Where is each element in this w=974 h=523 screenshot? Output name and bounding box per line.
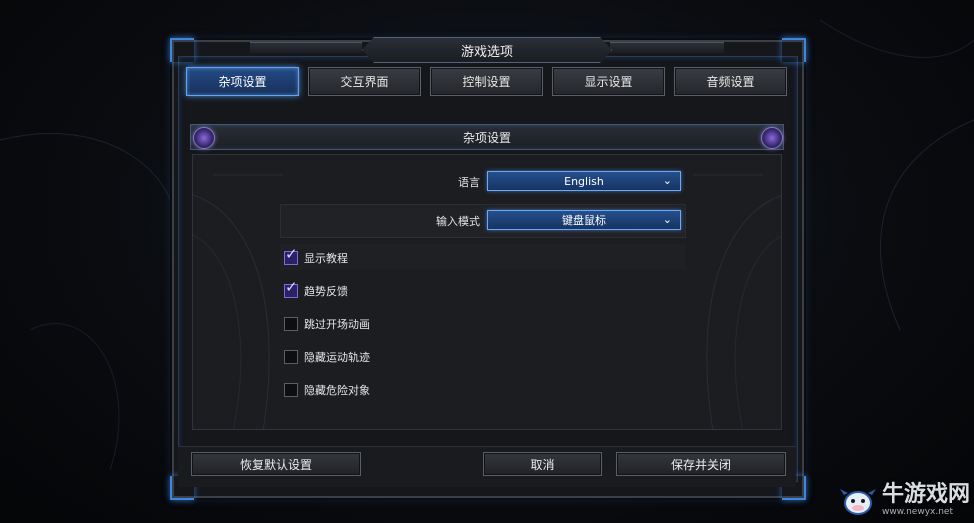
tab-audio[interactable]: 音频设置	[674, 67, 787, 96]
chevron-down-icon: ⌄	[662, 174, 672, 187]
checkmark-icon: ✓	[285, 278, 298, 296]
language-value: English	[564, 174, 604, 188]
watermark-url: www.newyx.net	[881, 507, 953, 517]
checkbox-label: 显示教程	[304, 252, 348, 265]
title-wing-right	[610, 42, 724, 53]
watermark-text: 牛游戏网 www.newyx.net	[882, 484, 970, 517]
checkbox[interactable]	[284, 317, 298, 331]
frame-corner	[782, 38, 806, 62]
settings-panel	[192, 154, 782, 430]
button-label: 取消	[530, 457, 555, 472]
checkbox-label: 跳过开场动画	[304, 318, 370, 331]
tab-label: 音频设置	[706, 75, 755, 89]
panel-decoration	[193, 174, 781, 429]
button-label: 保存并关闭	[670, 457, 731, 472]
tab-misc[interactable]: 杂项设置	[186, 67, 299, 96]
checkbox[interactable]: ✓	[284, 280, 298, 298]
checkbox-hide-trails[interactable]: 隐藏运动轨迹	[284, 349, 370, 365]
button-label: 恢复默认设置	[239, 457, 312, 472]
cow-logo-icon	[838, 485, 878, 517]
title-wing-left	[250, 42, 362, 53]
checkbox-show-tutorial[interactable]: ✓ 显示教程	[284, 247, 348, 266]
language-label: 语言	[458, 176, 480, 189]
save-close-button[interactable]: 保存并关闭	[616, 452, 786, 476]
tab-label: 控制设置	[462, 75, 511, 89]
tab-label: 杂项设置	[218, 75, 267, 89]
tab-interface[interactable]: 交互界面	[308, 67, 421, 96]
checkbox[interactable]	[284, 383, 298, 397]
checkbox-label: 趋势反馈	[304, 285, 348, 298]
gem-ornament-right	[761, 127, 783, 149]
checkbox[interactable]	[284, 350, 298, 364]
checkbox-skip-intro[interactable]: 跳过开场动画	[284, 316, 370, 332]
restore-defaults-button[interactable]: 恢复默认设置	[191, 452, 361, 476]
dialog-title-text: 游戏选项	[460, 44, 513, 60]
input-mode-value: 键盘鼠标	[562, 214, 606, 227]
section-title: 杂项设置	[462, 130, 511, 145]
tab-controls[interactable]: 控制设置	[430, 67, 543, 96]
checkbox-trend-feedback[interactable]: ✓ 趋势反馈	[284, 280, 348, 299]
dialog-title: 游戏选项	[362, 37, 612, 63]
input-mode-dropdown[interactable]: 键盘鼠标 ⌄	[487, 210, 681, 230]
input-mode-label: 输入模式	[436, 215, 480, 228]
checkbox[interactable]: ✓	[284, 247, 298, 265]
language-dropdown[interactable]: English ⌄	[487, 171, 681, 191]
site-watermark: 牛游戏网 www.newyx.net	[838, 484, 970, 517]
section-header: 杂项设置	[190, 124, 784, 150]
tab-bar: 杂项设置 交互界面 控制设置 显示设置 音频设置	[186, 67, 787, 96]
chevron-down-icon: ⌄	[662, 213, 672, 226]
watermark-title: 牛游戏网	[881, 482, 970, 507]
checkmark-icon: ✓	[285, 245, 298, 263]
checkbox-label: 隐藏运动轨迹	[304, 351, 370, 364]
tab-label: 交互界面	[340, 75, 389, 89]
frame-corner	[170, 38, 194, 62]
tab-label: 显示设置	[584, 75, 633, 89]
checkbox-label: 隐藏危险对象	[304, 384, 370, 397]
gem-ornament-left	[193, 127, 215, 149]
cancel-button[interactable]: 取消	[483, 452, 602, 476]
tab-display[interactable]: 显示设置	[552, 67, 665, 96]
checkbox-hide-hazards[interactable]: 隐藏危险对象	[284, 382, 370, 398]
